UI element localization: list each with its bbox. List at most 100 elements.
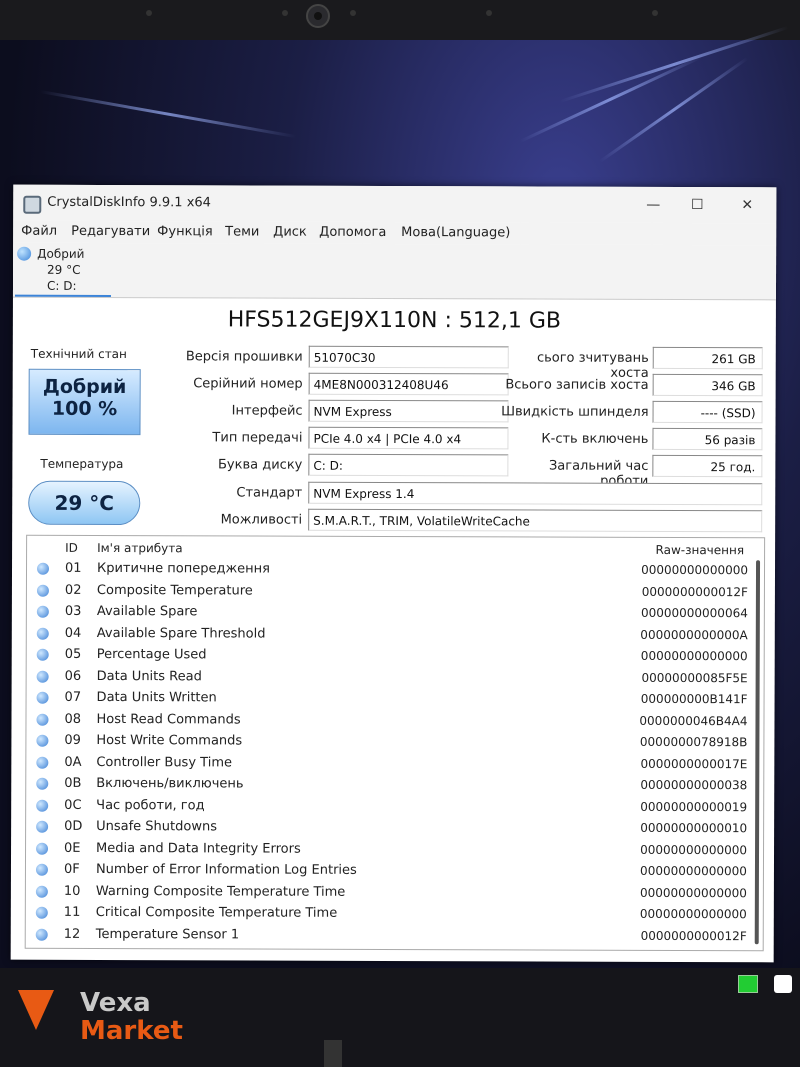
host-reads-value: 261 GB bbox=[652, 346, 763, 370]
table-row[interactable]: 02 Composite Temperature 0000000000012F bbox=[27, 580, 764, 604]
table-row[interactable]: 0E Media and Data Integrity Errors 0000000… bbox=[26, 838, 763, 862]
attribute-raw: 0000000078918B bbox=[639, 734, 748, 750]
attribute-name: Критичне попередження bbox=[96, 560, 271, 577]
attribute-id: 10 bbox=[63, 883, 81, 899]
drive-letter-label: Буква диску bbox=[217, 457, 303, 473]
attribute-status-icon bbox=[36, 713, 49, 726]
host-writes-label: Всього записів хоста bbox=[505, 377, 649, 393]
table-row[interactable]: 0D Unsafe Shutdowns 00000000000010 bbox=[26, 817, 763, 841]
nvidia-tray-icon[interactable] bbox=[738, 975, 758, 993]
table-row[interactable]: 08 Host Read Commands 0000000046B4A4 bbox=[26, 709, 763, 733]
smart-attributes-table: ID Ім'я атрибута Raw-значення 01 Критичне… bbox=[24, 534, 766, 952]
watermark-line1: Vexa bbox=[80, 988, 151, 1018]
attribute-name: Включень/виключень bbox=[96, 775, 244, 792]
webcam-icon bbox=[306, 4, 330, 28]
menu-language[interactable]: Мова(Language) bbox=[401, 225, 510, 240]
table-header: ID Ім'я атрибута Raw-значення bbox=[27, 536, 764, 561]
title-bar[interactable]: CrystalDiskInfo 9.9.1 x64 — ☐ ✕ bbox=[13, 184, 777, 224]
health-status-button[interactable]: Добрий 100 % bbox=[28, 368, 141, 436]
attribute-id: 05 bbox=[64, 646, 82, 662]
wallpaper-streak bbox=[519, 55, 702, 143]
maximize-button[interactable]: ☐ bbox=[677, 193, 717, 217]
bezel-led bbox=[350, 10, 356, 16]
serial-value: 4ME8N000312408U46 bbox=[308, 372, 509, 396]
attribute-name: Media and Data Integrity Errors bbox=[96, 840, 301, 857]
rotation-rate-label: Швидкість шпинделя bbox=[501, 404, 649, 420]
attribute-raw: 0000000000000A bbox=[640, 627, 748, 642]
table-row[interactable]: 06 Data Units Read 00000000085F5E bbox=[27, 666, 764, 690]
attribute-raw: 0000000000012F bbox=[640, 928, 747, 943]
health-status-text: Добрий bbox=[42, 375, 127, 399]
table-row[interactable]: 0C Час роботи, год 00000000000019 bbox=[26, 795, 763, 819]
attribute-raw: 00000000000000 bbox=[640, 842, 748, 857]
attribute-status-icon bbox=[36, 605, 49, 618]
attribute-id: 0C bbox=[64, 797, 82, 813]
attribute-name: Critical Composite Temperature Time bbox=[95, 904, 338, 921]
firmware-value: 51070C30 bbox=[308, 345, 509, 369]
menu-function[interactable]: Функція bbox=[157, 224, 213, 239]
attribute-status-icon bbox=[36, 820, 49, 833]
close-button[interactable]: ✕ bbox=[727, 193, 767, 217]
table-row[interactable]: 09 Host Write Commands 0000000078918B bbox=[26, 731, 763, 755]
table-row[interactable]: 11 Critical Composite Temperature Time 000… bbox=[26, 903, 763, 927]
column-header-name[interactable]: Ім'я атрибута bbox=[97, 541, 183, 555]
power-on-count-label: К-сть включень bbox=[541, 431, 649, 447]
menu-bar: Файл Редагувати Функція Теми Диск Допомо… bbox=[13, 220, 777, 246]
table-row[interactable]: 04 Available Spare Threshold 0000000000000… bbox=[27, 623, 764, 647]
table-row[interactable]: 05 Percentage Used 00000000000000 bbox=[27, 645, 764, 669]
wallpaper-streak bbox=[599, 57, 749, 163]
disk-tab-temp: 29 °C bbox=[47, 262, 81, 277]
attribute-raw: 0000000046B4A4 bbox=[639, 713, 748, 728]
attribute-id: 04 bbox=[64, 625, 82, 641]
disk-status-icon bbox=[17, 246, 32, 261]
table-row[interactable]: 03 Available Spare 00000000000064 bbox=[27, 602, 764, 626]
disk-selector-tab[interactable]: Добрий 29 °C C: D: bbox=[12, 242, 777, 301]
attribute-raw: 0000000000017E bbox=[640, 756, 748, 771]
attribute-name: Percentage Used bbox=[96, 646, 207, 663]
attribute-id: 09 bbox=[64, 732, 81, 748]
table-row[interactable]: 0A Controller Busy Time 0000000000017E bbox=[26, 752, 763, 776]
attribute-status-icon bbox=[36, 584, 49, 597]
disk-tab-letters: C: D: bbox=[46, 278, 77, 293]
wallpaper-streak bbox=[39, 90, 297, 139]
attribute-id: 0B bbox=[64, 775, 82, 791]
column-header-raw[interactable]: Raw-значення bbox=[656, 543, 745, 557]
minimize-button[interactable]: — bbox=[633, 193, 673, 217]
attribute-status-icon bbox=[35, 928, 48, 941]
browser-tray-icon[interactable] bbox=[774, 975, 792, 993]
attribute-raw: 00000000000010 bbox=[640, 820, 748, 836]
table-row[interactable]: 12 Temperature Sensor 1 0000000000012F bbox=[26, 924, 763, 948]
attribute-name: Host Read Commands bbox=[96, 711, 241, 727]
disk-model-title: HFS512GEJ9X110N : 512,1 GB bbox=[227, 307, 562, 334]
menu-themes[interactable]: Теми bbox=[225, 224, 259, 239]
host-reads-label: сього зчитувань хоста bbox=[536, 350, 649, 381]
attribute-id: 12 bbox=[63, 926, 81, 942]
attribute-raw: 0000000000012F bbox=[641, 584, 748, 599]
temperature-label: Температура bbox=[40, 456, 124, 472]
menu-file[interactable]: Файл bbox=[21, 224, 57, 239]
table-row[interactable]: 0B Включень/виключень 00000000000038 bbox=[26, 774, 763, 798]
menu-edit[interactable]: Редагувати bbox=[71, 224, 150, 239]
rotation-rate-value: ---- (SSD) bbox=[652, 400, 763, 424]
serial-label: Серійний номер bbox=[193, 376, 303, 392]
attribute-name: Available Spare bbox=[96, 603, 198, 620]
table-row[interactable]: 01 Критичне попередження 00000000000000 bbox=[27, 559, 764, 583]
attribute-raw: 00000000000000 bbox=[640, 863, 747, 879]
disk-tab-selected-indicator bbox=[14, 294, 111, 298]
menu-disk[interactable]: Диск bbox=[273, 225, 307, 240]
temperature-button[interactable]: 29 °C bbox=[28, 480, 141, 526]
attribute-status-icon bbox=[36, 734, 49, 747]
column-header-id[interactable]: ID bbox=[65, 541, 78, 555]
laptop-hinge bbox=[324, 1040, 342, 1067]
attribute-id: 03 bbox=[64, 603, 82, 619]
table-row[interactable]: 0F Number of Error Information Log Entrie… bbox=[26, 860, 763, 884]
menu-help[interactable]: Допомога bbox=[319, 225, 386, 240]
attribute-raw: 00000000000000 bbox=[639, 906, 747, 922]
attribute-raw: 00000000000019 bbox=[640, 799, 748, 814]
table-row[interactable]: 10 Warning Composite Temperature Time 0000… bbox=[26, 881, 763, 905]
attribute-status-icon bbox=[36, 756, 49, 769]
attribute-id: 08 bbox=[64, 711, 82, 727]
attribute-id: 0F bbox=[63, 861, 80, 877]
attribute-raw: 00000000085F5E bbox=[641, 670, 748, 685]
table-row[interactable]: 07 Data Units Written 000000000B141F bbox=[27, 688, 764, 712]
